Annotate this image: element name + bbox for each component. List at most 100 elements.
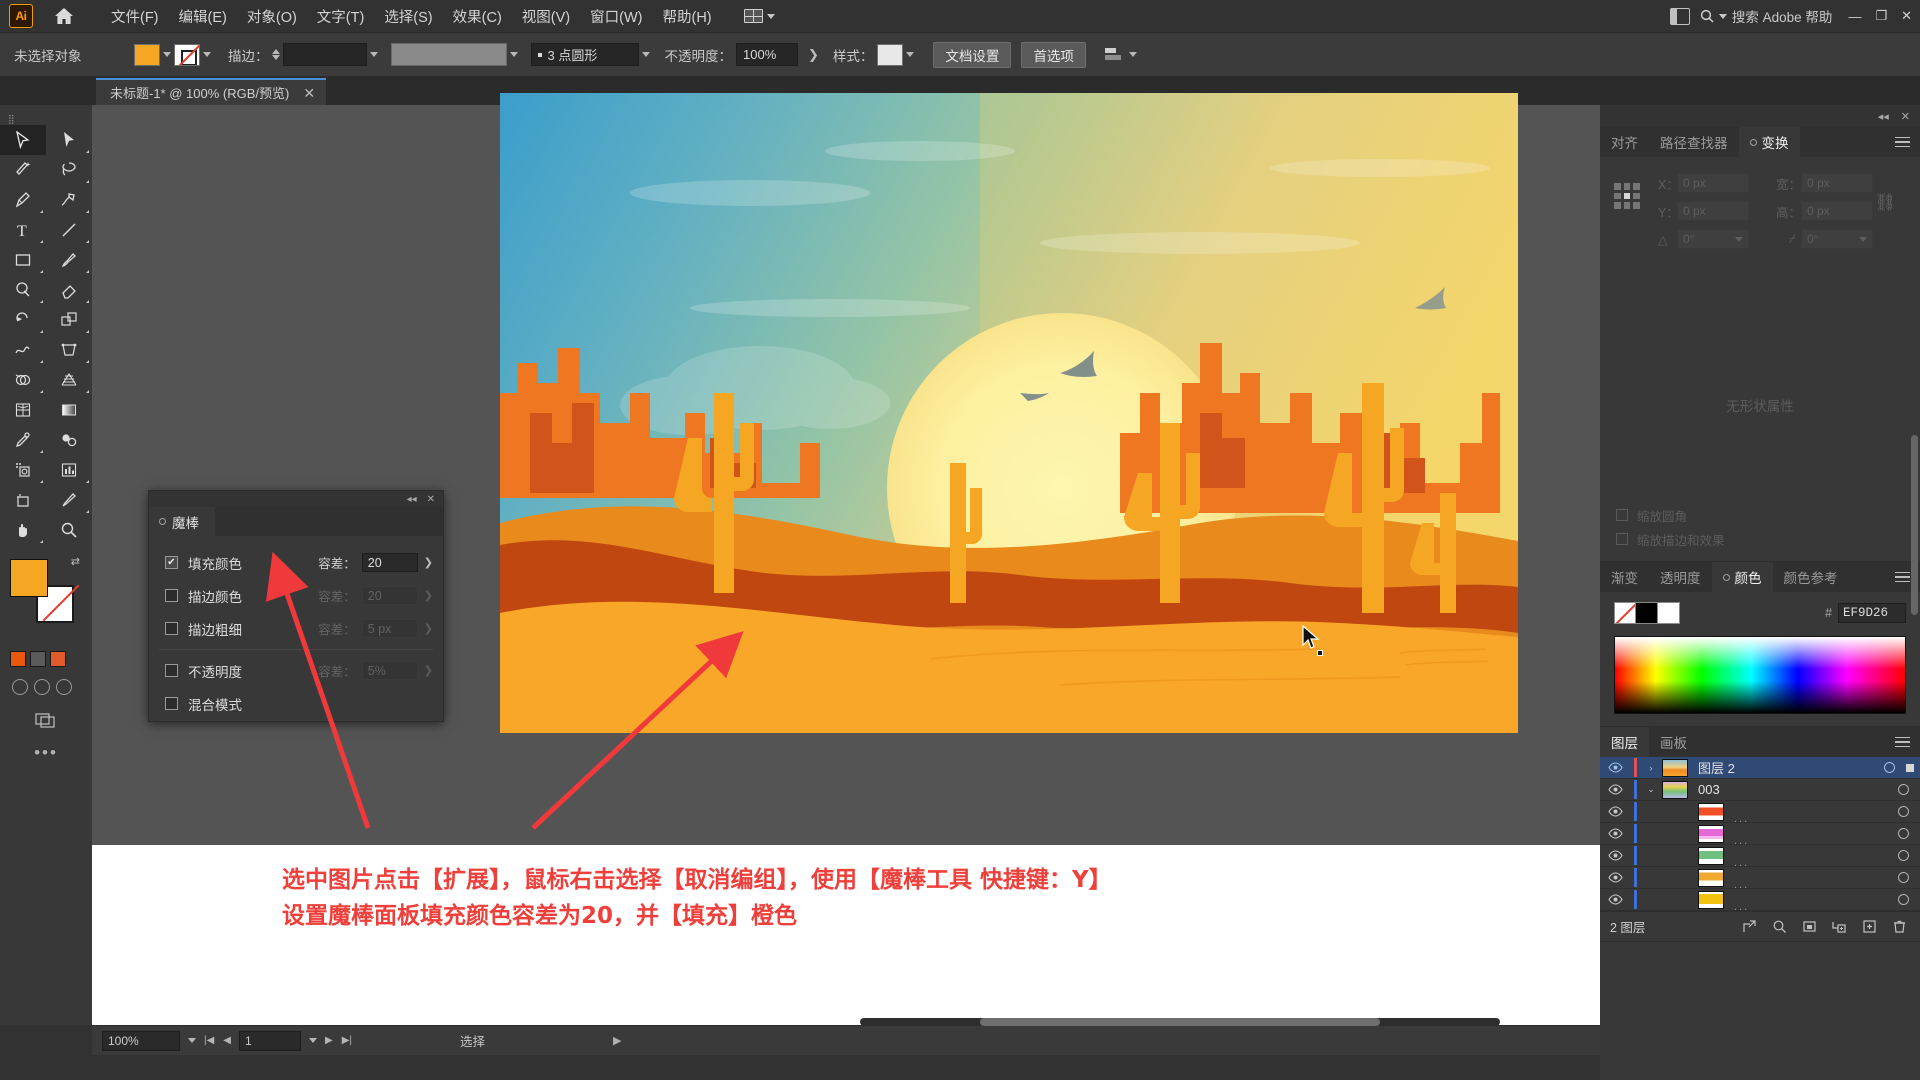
layer-target-indicator[interactable]: [1872, 762, 1906, 773]
new-layer-icon[interactable]: [1854, 919, 1884, 934]
option-stroke-weight[interactable]: 描边粗细 容差： 5 px ❯: [149, 612, 443, 645]
menu-select[interactable]: 选择(S): [374, 2, 442, 31]
option-opacity[interactable]: 不透明度 容差： 5% ❯: [149, 654, 443, 687]
layer-row-3[interactable]: ...: [1600, 801, 1920, 825]
stroke-weight-stepper[interactable]: [271, 49, 280, 60]
free-transform-tool[interactable]: [46, 335, 92, 365]
layer-row-2[interactable]: ⌄ 003: [1600, 779, 1920, 801]
layer-name[interactable]: 003: [1698, 782, 1720, 797]
tab-transform[interactable]: 变换: [1738, 127, 1800, 157]
first-artboard-icon[interactable]: |◀: [204, 1035, 214, 1046]
fill-tolerance-slider-arrow[interactable]: ❯: [424, 556, 433, 569]
tab-artboards[interactable]: 画板: [1649, 727, 1698, 757]
type-tool[interactable]: T: [0, 215, 46, 245]
fill-color-checkbox[interactable]: ✔: [165, 556, 178, 569]
hex-color-input[interactable]: EF9D26: [1838, 603, 1906, 623]
scale-strokes-checkbox[interactable]: [1616, 533, 1628, 545]
close-button[interactable]: ✕: [1901, 8, 1912, 24]
layer-row-7[interactable]: ...: [1600, 889, 1920, 913]
layer-name[interactable]: ...: [1734, 901, 1749, 913]
fill-color-swatch-large[interactable]: [10, 559, 48, 597]
layer-twirl-icon[interactable]: ⌄: [1640, 784, 1662, 795]
artboard-dropdown-icon[interactable]: [309, 1038, 317, 1043]
visibility-toggle-icon[interactable]: [1600, 894, 1630, 905]
blending-mode-checkbox[interactable]: [165, 697, 178, 710]
selection-tool[interactable]: [0, 125, 46, 155]
arrange-documents-icon[interactable]: [1669, 7, 1690, 25]
opacity-options-arrow[interactable]: ❯: [808, 47, 819, 63]
preferences-button[interactable]: 首选项: [1021, 41, 1086, 68]
layer-name[interactable]: ...: [1734, 813, 1749, 825]
visibility-toggle-icon[interactable]: [1600, 806, 1630, 817]
constrain-proportions-icon[interactable]: ⛓: [1874, 193, 1896, 213]
gradient-tool[interactable]: [46, 395, 92, 425]
artboard-tool[interactable]: [0, 485, 46, 515]
none-swatch[interactable]: [1614, 602, 1636, 624]
stroke-weight-checkbox[interactable]: [165, 622, 178, 635]
scale-corners-option[interactable]: 缩放圆角: [1616, 503, 1920, 527]
menu-object[interactable]: 对象(O): [237, 2, 307, 31]
rectangle-tool[interactable]: [0, 245, 46, 275]
perspective-grid-tool[interactable]: [46, 365, 92, 395]
toolbar-grabber[interactable]: ⣿: [0, 113, 92, 125]
shear-angle-input[interactable]: 0°: [1801, 229, 1873, 249]
menu-type[interactable]: 文字(T): [307, 2, 375, 31]
color-swatch-gradient[interactable]: [30, 651, 46, 667]
stroke-weight-dropdown[interactable]: [367, 44, 381, 66]
rotate-tool[interactable]: [0, 305, 46, 335]
layer-row-4[interactable]: ...: [1600, 823, 1920, 847]
stroke-swatch-dropdown[interactable]: [200, 44, 214, 66]
stroke-variable-width-field[interactable]: [390, 43, 507, 66]
layer-twirl-icon[interactable]: ›: [1640, 763, 1662, 773]
tab-pathfinder[interactable]: 路径查找器: [1649, 127, 1739, 157]
visibility-toggle-icon[interactable]: [1600, 762, 1630, 773]
option-blending-mode[interactable]: 混合模式: [149, 687, 443, 720]
scale-corners-checkbox[interactable]: [1616, 509, 1628, 521]
black-swatch[interactable]: [1636, 602, 1658, 624]
home-icon[interactable]: [51, 5, 77, 27]
zoom-level-input[interactable]: 100%: [102, 1030, 180, 1051]
menu-file[interactable]: 文件(F): [101, 2, 169, 31]
next-artboard-icon[interactable]: ▶: [325, 1035, 333, 1046]
y-input[interactable]: 0 px: [1677, 201, 1749, 221]
option-stroke-color[interactable]: 描边颜色 容差： 20 ❯: [149, 579, 443, 612]
layer-name[interactable]: ...: [1734, 879, 1749, 891]
line-segment-tool[interactable]: [46, 215, 92, 245]
shape-builder-tool[interactable]: [0, 365, 46, 395]
layer-name[interactable]: ...: [1734, 835, 1749, 847]
collapse-icon[interactable]: ◂◂: [407, 494, 417, 505]
locate-object-icon[interactable]: [1734, 919, 1764, 934]
paintbrush-tool[interactable]: [46, 245, 92, 275]
visibility-toggle-icon[interactable]: [1600, 872, 1630, 883]
symbol-sprayer-tool[interactable]: [0, 455, 46, 485]
stroke-profile-select[interactable]: 3 点圆形: [530, 43, 639, 66]
close-icon[interactable]: ✕: [1901, 110, 1910, 123]
lasso-tool[interactable]: [46, 155, 92, 185]
magic-wand-titlebar[interactable]: ◂◂ ✕: [149, 491, 443, 507]
last-artboard-icon[interactable]: ▶|: [342, 1035, 352, 1046]
previous-artboard-icon[interactable]: ◀: [223, 1035, 231, 1046]
color-swatch-color[interactable]: [10, 651, 26, 667]
blend-tool[interactable]: [46, 425, 92, 455]
layer-row-1[interactable]: › 图层 2: [1600, 757, 1920, 779]
magic-wand-tool[interactable]: [0, 155, 46, 185]
height-input[interactable]: 0 px: [1801, 201, 1873, 221]
make-mask-icon[interactable]: [1794, 919, 1824, 934]
opacity-input[interactable]: 100%: [736, 43, 798, 66]
collapse-icon[interactable]: ◂◂: [1878, 110, 1889, 123]
visibility-toggle-icon[interactable]: [1600, 850, 1630, 861]
width-tool[interactable]: [0, 335, 46, 365]
fill-color-swatch[interactable]: [134, 43, 160, 66]
tab-layers[interactable]: 图层: [1600, 727, 1649, 757]
slice-tool[interactable]: [46, 485, 92, 515]
fill-tolerance-input[interactable]: 20: [361, 553, 418, 572]
tab-transparency[interactable]: 透明度: [1649, 562, 1712, 592]
visibility-toggle-icon[interactable]: [1600, 784, 1630, 795]
screen-mode-button[interactable]: [0, 711, 92, 729]
right-dock-scrollbar[interactable]: [1911, 105, 1918, 1080]
color-spectrum-ramp[interactable]: [1614, 636, 1906, 714]
workspace-switcher[interactable]: [743, 9, 775, 23]
width-input[interactable]: 0 px: [1801, 173, 1873, 193]
minimize-button[interactable]: —: [1848, 9, 1861, 24]
visibility-toggle-icon[interactable]: [1600, 828, 1630, 839]
